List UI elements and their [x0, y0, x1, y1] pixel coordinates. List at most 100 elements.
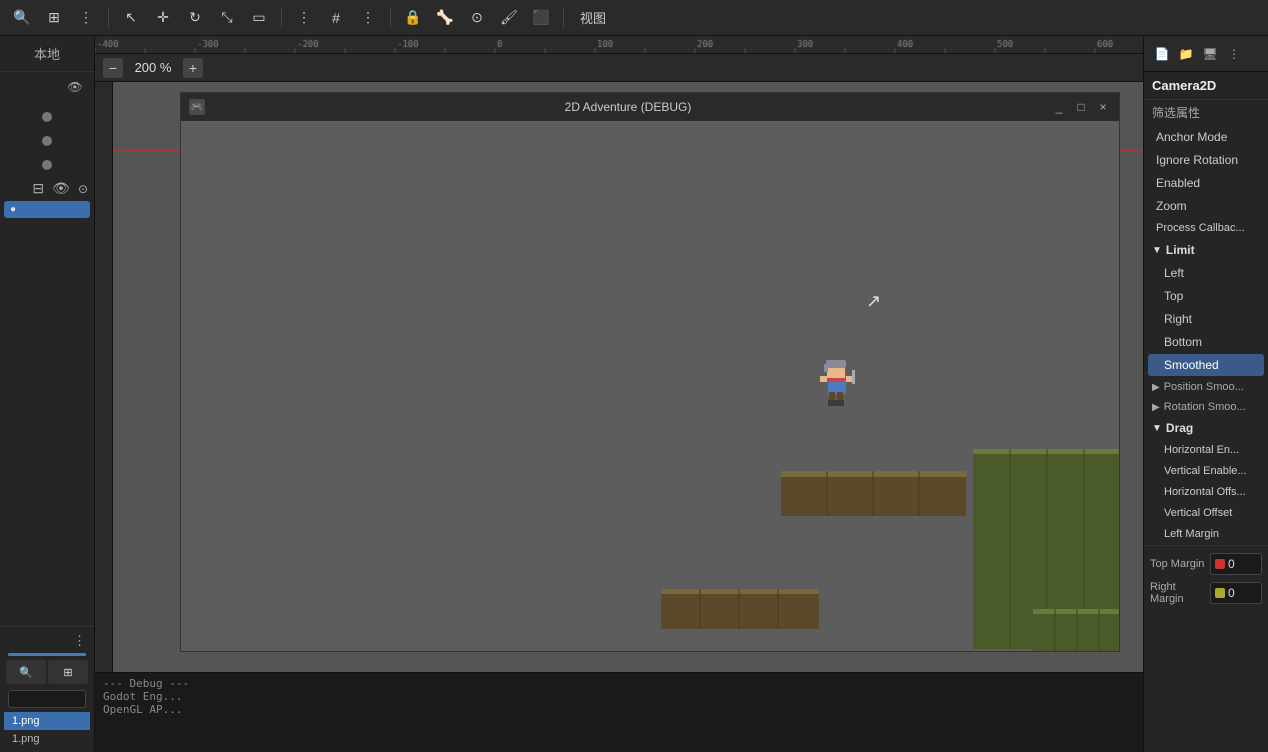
search-button[interactable]: 🔍 — [8, 4, 36, 32]
drag-arrow: ▼ — [1152, 423, 1162, 434]
more-icon-panel[interactable]: ⋮ — [1224, 44, 1244, 64]
prop-zoom[interactable]: Zoom — [1148, 195, 1264, 217]
tab-search[interactable]: 🔍 — [6, 660, 46, 684]
game-viewport[interactable]: 🎮 2D Adventure (DEBUG) _ □ × — [95, 82, 1143, 672]
prop-bottom[interactable]: Bottom — [1148, 331, 1264, 353]
prop-right[interactable]: Right — [1148, 308, 1264, 330]
game-canvas: ↗ — [181, 121, 1119, 651]
paint-tool[interactable]: 🖌 — [495, 4, 523, 32]
debug-line-1: --- Debug --- — [103, 677, 1135, 690]
debug-console: --- Debug --- Godot Eng... OpenGL AP... — [95, 672, 1143, 752]
more-icon[interactable]: ⋮ — [73, 633, 86, 649]
sidebar-icon-row: ⊟ 👁 ⊙ — [4, 178, 90, 199]
prop-process-callback[interactable]: Process Callbac... — [1148, 218, 1264, 238]
select-tool[interactable]: ↖ — [117, 4, 145, 32]
eye-icon-2[interactable]: 👁 — [52, 180, 70, 197]
right-margin-indicator — [1215, 588, 1225, 598]
file-search[interactable] — [8, 690, 86, 708]
file-search-input[interactable] — [13, 693, 81, 705]
node-circle-3[interactable] — [42, 160, 52, 170]
prop-anchor-mode[interactable]: Anchor Mode — [1148, 126, 1264, 148]
selected-node[interactable]: ● — [4, 201, 90, 218]
section-position-smoothing[interactable]: ▶ Position Smoo... — [1144, 377, 1268, 397]
window-controls: _ □ × — [1051, 99, 1111, 115]
move-tool[interactable]: ✛ — [149, 4, 177, 32]
pivot-tool[interactable]: ⊙ — [463, 4, 491, 32]
platform-2 — [661, 589, 819, 629]
scale-tool[interactable]: ⤡ — [213, 4, 241, 32]
center-area: − 200 % + 🎮 2D Adventure (DEBUG) _ □ × — [95, 36, 1143, 752]
window-title: 2D Adventure (DEBUG) — [213, 100, 1043, 114]
right-margin-label: Right Margin — [1150, 581, 1206, 605]
sidebar-eye-icon[interactable]: 👁 — [64, 76, 86, 98]
sidebar-tabs: 🔍 ⊞ — [4, 658, 90, 686]
prop-vert-offset[interactable]: Vertical Offset — [1148, 503, 1264, 523]
section-limit[interactable]: ▼ Limit — [1144, 239, 1268, 261]
bottom-inputs: Top Margin 0 Right Margin 0 — [1144, 545, 1268, 612]
zoom-out-button[interactable]: − — [103, 58, 123, 78]
prop-ignore-rotation[interactable]: Ignore Rotation — [1148, 149, 1264, 171]
drag-label: Drag — [1166, 421, 1193, 435]
tile-tool[interactable]: ⬛ — [527, 4, 555, 32]
camera2d-title: Camera2D — [1144, 72, 1268, 100]
rot-smooth-arrow: ▶ — [1152, 402, 1160, 413]
zoom-in-button[interactable]: + — [183, 58, 203, 78]
panel-header-icons: 📄 📁 🖥 ⋮ — [1152, 44, 1244, 64]
ruler-canvas — [95, 36, 1143, 54]
prop-enabled[interactable]: Enabled — [1148, 172, 1264, 194]
lock-tool[interactable]: 🔒 — [399, 4, 427, 32]
node-circle-2[interactable] — [42, 136, 52, 146]
section-rotation-smoothing[interactable]: ▶ Rotation Smoo... — [1144, 397, 1268, 417]
platform-4 — [1033, 609, 1119, 651]
file-item-2[interactable]: 1.png — [4, 730, 90, 748]
sidebar-node-icons: 👁 — [0, 72, 94, 102]
window-minimize[interactable]: _ — [1051, 99, 1067, 115]
right-margin-value: 0 — [1228, 586, 1235, 600]
pos-smooth-label: Position Smoo... — [1164, 381, 1244, 393]
prop-vert-enable[interactable]: Vertical Enable... — [1148, 461, 1264, 481]
top-margin-input[interactable]: 0 — [1210, 553, 1262, 575]
grid-button[interactable]: ⊞ — [40, 4, 68, 32]
top-margin-row: Top Margin 0 — [1144, 550, 1268, 578]
prop-horiz-enable[interactable]: Horizontal En... — [1148, 440, 1264, 460]
filter-properties[interactable]: 筛选属性 — [1144, 100, 1268, 125]
separator-4 — [563, 8, 564, 28]
tab-filter[interactable]: ⊞ — [48, 660, 88, 684]
right-margin-row: Right Margin 0 — [1144, 578, 1268, 608]
bones-tool[interactable]: 🦴 — [431, 4, 459, 32]
node-circle-1[interactable] — [42, 112, 52, 122]
file-panel-icons: ⋮ — [4, 631, 90, 651]
main-layout: 本地 👁 ⊟ 👁 ⊙ ● ⋮ — [0, 36, 1268, 752]
more-tool[interactable]: ⋮ — [354, 4, 382, 32]
folder-icon[interactable]: 📁 — [1176, 44, 1196, 64]
separator-1 — [108, 8, 109, 28]
rotate-tool[interactable]: ↻ — [181, 4, 209, 32]
grid-icon[interactable]: ⊟ — [32, 180, 44, 197]
right-margin-input[interactable]: 0 — [1210, 582, 1262, 604]
window-close[interactable]: × — [1095, 99, 1111, 115]
prop-top[interactable]: Top — [1148, 285, 1264, 307]
ruler-top — [95, 36, 1143, 54]
grid-snap-tool[interactable]: # — [322, 4, 350, 32]
sidebar-file-panel: ⋮ 🔍 ⊞ 1.png 1.png — [0, 626, 94, 752]
progress-bar — [8, 653, 86, 656]
settings-button[interactable]: ⋮ — [72, 4, 100, 32]
rect-select-tool[interactable]: ▭ — [245, 4, 273, 32]
circle-icon[interactable]: ⊙ — [78, 182, 88, 196]
file-icon[interactable]: 📄 — [1152, 44, 1172, 64]
snap-tool[interactable]: ⋮ — [290, 4, 318, 32]
top-margin-indicator — [1215, 559, 1225, 569]
prop-smoothed[interactable]: Smoothed — [1148, 354, 1264, 376]
cursor-arrow: ↗ — [866, 291, 881, 312]
window-maximize[interactable]: □ — [1073, 99, 1089, 115]
section-drag[interactable]: ▼ Drag — [1144, 417, 1268, 439]
sidebar-title: 本地 — [0, 36, 94, 72]
prop-left[interactable]: Left — [1148, 262, 1264, 284]
debug-line-2: Godot Eng... — [103, 690, 1135, 703]
prop-left-margin[interactable]: Left Margin — [1148, 524, 1264, 544]
prop-horiz-offset[interactable]: Horizontal Offs... — [1148, 482, 1264, 502]
file-item-1[interactable]: 1.png — [4, 712, 90, 730]
view-label[interactable]: 视图 — [572, 8, 614, 27]
sidebar-icons: ⊟ 👁 ⊙ ● — [0, 102, 94, 222]
monitor-icon[interactable]: 🖥 — [1200, 44, 1220, 64]
